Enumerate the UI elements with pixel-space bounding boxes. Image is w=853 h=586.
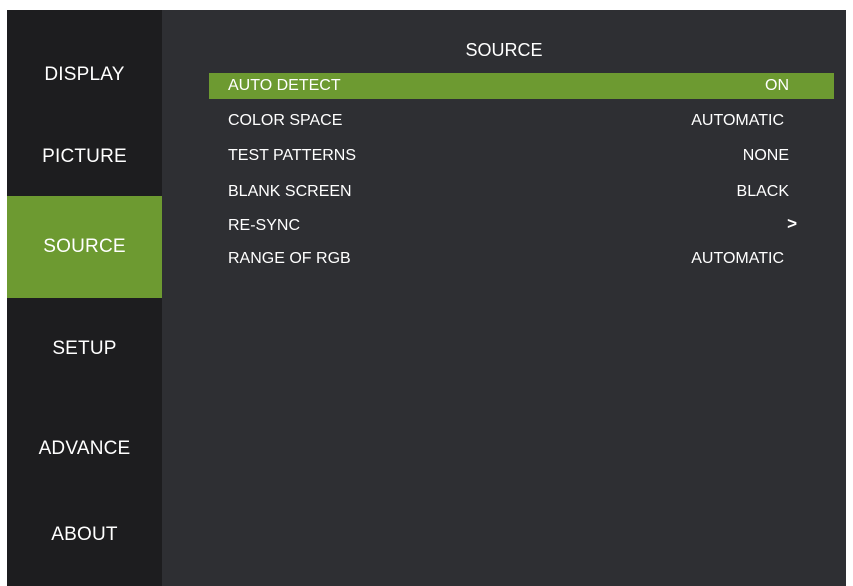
osd-menu: DISPLAY PICTURE SOURCE SETUP ADVANCE ABO… bbox=[7, 10, 846, 586]
sidebar-item-picture[interactable]: PICTURE bbox=[7, 106, 162, 208]
sidebar-item-about[interactable]: ABOUT bbox=[7, 484, 162, 586]
sidebar-item-label: DISPLAY bbox=[44, 64, 125, 85]
sidebar-item-label: SOURCE bbox=[43, 236, 126, 257]
menu-row-label: BLANK SCREEN bbox=[228, 183, 352, 200]
sidebar-item-source[interactable]: SOURCE bbox=[7, 196, 162, 298]
menu-row-color-space[interactable]: COLOR SPACE AUTOMATIC bbox=[209, 108, 834, 134]
menu-row-value: BLACK bbox=[736, 183, 789, 200]
sidebar: DISPLAY PICTURE SOURCE SETUP ADVANCE ABO… bbox=[7, 10, 162, 586]
menu-row-re-sync[interactable]: RE-SYNC > bbox=[209, 213, 834, 239]
sidebar-item-label: ADVANCE bbox=[38, 438, 131, 459]
chevron-right-icon: > bbox=[787, 214, 797, 233]
menu-row-label: COLOR SPACE bbox=[228, 112, 343, 129]
menu-row-range-of-rgb[interactable]: RANGE OF RGB AUTOMATIC bbox=[209, 246, 834, 272]
menu-row-value: AUTOMATIC bbox=[691, 112, 784, 129]
menu-row-label: AUTO DETECT bbox=[228, 77, 341, 94]
menu-row-label: TEST PATTERNS bbox=[228, 147, 357, 164]
menu-row-auto-detect[interactable]: AUTO DETECT ON bbox=[209, 73, 834, 99]
menu-row-value: ON bbox=[765, 77, 789, 94]
menu-row-test-patterns[interactable]: TEST PATTERNS NONE bbox=[209, 143, 834, 169]
menu-row-value: AUTOMATIC bbox=[691, 250, 784, 267]
menu-row-label: RANGE OF RGB bbox=[228, 250, 351, 267]
menu-row-value: NONE bbox=[742, 147, 789, 164]
sidebar-item-label: PICTURE bbox=[42, 146, 127, 167]
sidebar-item-label: ABOUT bbox=[51, 524, 118, 545]
sidebar-item-label: SETUP bbox=[52, 338, 117, 359]
panel-title: SOURCE bbox=[465, 40, 543, 60]
menu-row-blank-screen[interactable]: BLANK SCREEN BLACK bbox=[209, 179, 834, 205]
menu-row-label: RE-SYNC bbox=[228, 217, 301, 234]
sidebar-item-setup[interactable]: SETUP bbox=[7, 298, 162, 400]
